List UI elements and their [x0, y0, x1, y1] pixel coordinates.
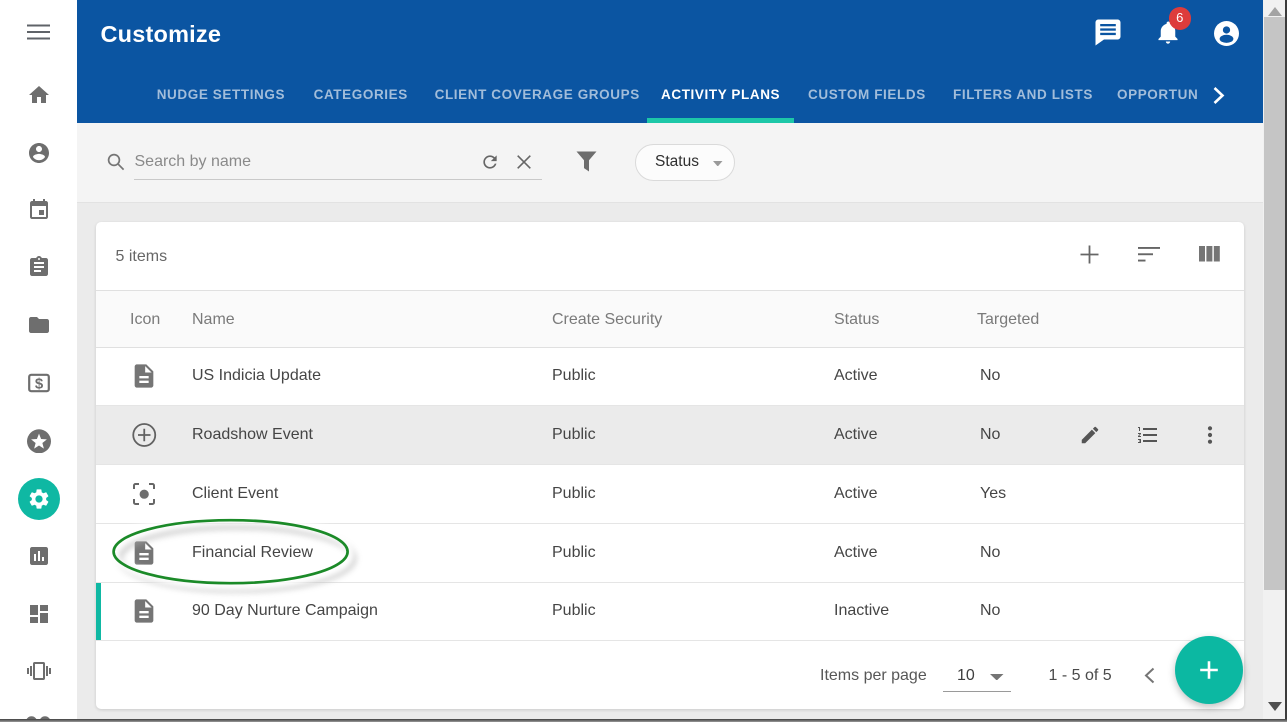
svg-text:$: $ — [34, 375, 43, 392]
